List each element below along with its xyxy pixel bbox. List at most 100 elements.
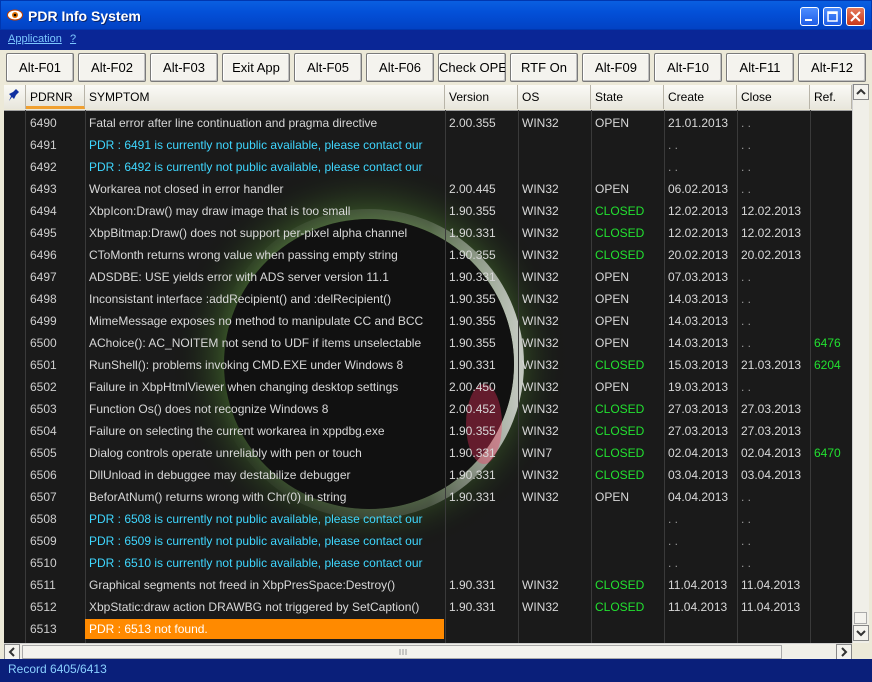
table-row[interactable]: 6497 ADSDBE: USE yields error with ADS se… bbox=[4, 266, 852, 288]
cell-close: 02.04.2013 bbox=[741, 446, 802, 460]
cell-version: 1.90.331 bbox=[449, 358, 496, 372]
cell-ref bbox=[812, 486, 851, 508]
cell-os: WIN32 bbox=[522, 358, 559, 372]
column-header-create[interactable]: Create bbox=[664, 85, 737, 109]
table-row[interactable]: 6491 PDR : 6491 is currently not public a… bbox=[4, 134, 852, 156]
cell-os: WIN32 bbox=[522, 578, 559, 592]
cell-state: OPEN bbox=[595, 336, 630, 350]
table-row[interactable]: 6492 PDR : 6492 is currently not public a… bbox=[4, 156, 852, 178]
horizontal-scroll-thumb[interactable] bbox=[22, 645, 782, 659]
close-button[interactable] bbox=[846, 7, 865, 26]
cell-create: 15.03.2013 bbox=[668, 358, 729, 372]
cell-version: 2.00.452 bbox=[449, 402, 496, 416]
scroll-left-button[interactable] bbox=[4, 644, 20, 660]
cell-pdrnr: 6491 bbox=[30, 138, 57, 152]
cell-state: CLOSED bbox=[595, 578, 645, 592]
table-row[interactable]: 6513 PDR : 6513 not found. bbox=[4, 618, 852, 640]
pin-column-header[interactable] bbox=[4, 85, 26, 109]
cell-create: 03.04.2013 bbox=[668, 468, 729, 482]
table-row[interactable]: 6496 CToMonth returns wrong value when pa… bbox=[4, 244, 852, 266]
cell-state: OPEN bbox=[595, 490, 630, 504]
cell-symptom: CToMonth returns wrong value when passin… bbox=[89, 248, 398, 262]
pdr-browse-grid[interactable]: PDRNR SYMPTOM Version OS State Create Cl… bbox=[4, 84, 852, 643]
alt-f01-button[interactable]: Alt-F01 bbox=[6, 53, 74, 82]
cell-symptom: XbpIcon:Draw() may draw image that is to… bbox=[89, 204, 351, 218]
scroll-down-button[interactable] bbox=[853, 625, 869, 641]
cell-state: CLOSED bbox=[595, 446, 645, 460]
cell-create: 21.01.2013 bbox=[668, 116, 729, 130]
table-row[interactable]: 6505 Dialog controls operate unreliably w… bbox=[4, 442, 852, 464]
cell-create: . . bbox=[668, 138, 679, 152]
minimize-button[interactable] bbox=[800, 7, 819, 26]
table-row[interactable]: 6498 Inconsistant interface :addRecipient… bbox=[4, 288, 852, 310]
cell-pdrnr: 6499 bbox=[30, 314, 57, 328]
alt-f03-button[interactable]: Alt-F03 bbox=[150, 53, 218, 82]
rtf-on-button[interactable]: RTF On bbox=[510, 53, 578, 82]
check-open-button[interactable]: Check OPEN bbox=[438, 53, 506, 82]
table-row[interactable]: 6507 BeforAtNum() returns wrong with Chr(… bbox=[4, 486, 852, 508]
cell-create: . . bbox=[668, 512, 679, 526]
column-header-pdrnr[interactable]: PDRNR bbox=[26, 85, 85, 109]
alt-f10-button[interactable]: Alt-F10 bbox=[654, 53, 722, 82]
table-row[interactable]: 6500 AChoice(): AC_NOITEM not send to UDF… bbox=[4, 332, 852, 354]
vertical-scrollbar[interactable] bbox=[852, 84, 869, 643]
table-row[interactable]: 6510 PDR : 6510 is currently not public a… bbox=[4, 552, 852, 574]
table-row[interactable]: 6499 MimeMessage exposes no method to man… bbox=[4, 310, 852, 332]
cell-state bbox=[593, 618, 663, 640]
table-row[interactable]: 6490 Fatal error after line continuation … bbox=[4, 112, 852, 134]
alt-f06-button[interactable]: Alt-F06 bbox=[366, 53, 434, 82]
exit-app-button[interactable]: Exit App bbox=[222, 53, 290, 82]
column-header-ref[interactable]: Ref. bbox=[810, 85, 852, 109]
table-row[interactable]: 6503 Function Os() does not recognize Win… bbox=[4, 398, 852, 420]
cell-version: 1.90.331 bbox=[449, 600, 496, 614]
table-row[interactable]: 6501 RunShell(): problems invoking CMD.EX… bbox=[4, 354, 852, 376]
cell-close: 21.03.2013 bbox=[741, 358, 802, 372]
cell-ref bbox=[812, 618, 851, 640]
cell-ref bbox=[812, 178, 851, 200]
table-row[interactable]: 6494 XbpIcon:Draw() may draw image that i… bbox=[4, 200, 852, 222]
alt-f11-button[interactable]: Alt-F11 bbox=[726, 53, 794, 82]
column-header-os[interactable]: OS bbox=[518, 85, 591, 109]
horizontal-scrollbar[interactable] bbox=[4, 643, 852, 660]
table-row[interactable]: 6493 Workarea not closed in error handler… bbox=[4, 178, 852, 200]
alt-f12-button[interactable]: Alt-F12 bbox=[798, 53, 866, 82]
cell-os bbox=[520, 552, 590, 574]
cell-create: 12.02.2013 bbox=[668, 204, 729, 218]
cell-os: WIN32 bbox=[522, 116, 559, 130]
cell-close: 12.02.2013 bbox=[741, 204, 802, 218]
menu-item-application[interactable]: Application bbox=[8, 33, 62, 45]
cell-state: CLOSED bbox=[595, 468, 645, 482]
table-row[interactable]: 6495 XbpBitmap:Draw() does not support pe… bbox=[4, 222, 852, 244]
scroll-right-button[interactable] bbox=[836, 644, 852, 660]
cell-symptom: Failure in XbpHtmlViewer when changing d… bbox=[89, 380, 399, 394]
cell-pdrnr: 6501 bbox=[30, 358, 57, 372]
table-row[interactable]: 6508 PDR : 6508 is currently not public a… bbox=[4, 508, 852, 530]
column-header-state[interactable]: State bbox=[591, 85, 664, 109]
table-row[interactable]: 6509 PDR : 6509 is currently not public a… bbox=[4, 530, 852, 552]
title-bar[interactable]: PDR Info System bbox=[0, 0, 872, 30]
cell-state: CLOSED bbox=[595, 402, 645, 416]
cell-create: 11.04.2013 bbox=[668, 578, 728, 592]
vertical-scroll-thumb[interactable] bbox=[854, 612, 867, 624]
table-row[interactable]: 6511 Graphical segments not freed in XbpP… bbox=[4, 574, 852, 596]
cell-symptom: AChoice(): AC_NOITEM not send to UDF if … bbox=[89, 336, 422, 350]
table-row[interactable]: 6504 Failure on selecting the current wor… bbox=[4, 420, 852, 442]
maximize-button[interactable] bbox=[823, 7, 842, 26]
cell-pdrnr: 6497 bbox=[30, 270, 57, 284]
arrow-left-icon bbox=[8, 647, 15, 657]
cell-version: 2.00.355 bbox=[449, 116, 496, 130]
alt-f09-button[interactable]: Alt-F09 bbox=[582, 53, 650, 82]
column-header-close[interactable]: Close bbox=[737, 85, 810, 109]
table-row[interactable]: 6502 Failure in XbpHtmlViewer when changi… bbox=[4, 376, 852, 398]
table-row[interactable]: 6506 DllUnload in debuggee may destabiliz… bbox=[4, 464, 852, 486]
column-header-symptom[interactable]: SYMPTOM bbox=[85, 85, 445, 109]
column-header-version[interactable]: Version bbox=[445, 85, 518, 109]
cell-close: . . bbox=[741, 116, 752, 130]
alt-f02-button[interactable]: Alt-F02 bbox=[78, 53, 146, 82]
table-row[interactable]: 6512 XbpStatic:draw action DRAWBG not tri… bbox=[4, 596, 852, 618]
scroll-up-button[interactable] bbox=[853, 84, 869, 100]
cell-version: 1.90.331 bbox=[449, 578, 496, 592]
menu-item-help[interactable]: ? bbox=[70, 33, 76, 45]
alt-f05-button[interactable]: Alt-F05 bbox=[294, 53, 362, 82]
cell-pdrnr: 6498 bbox=[30, 292, 57, 306]
